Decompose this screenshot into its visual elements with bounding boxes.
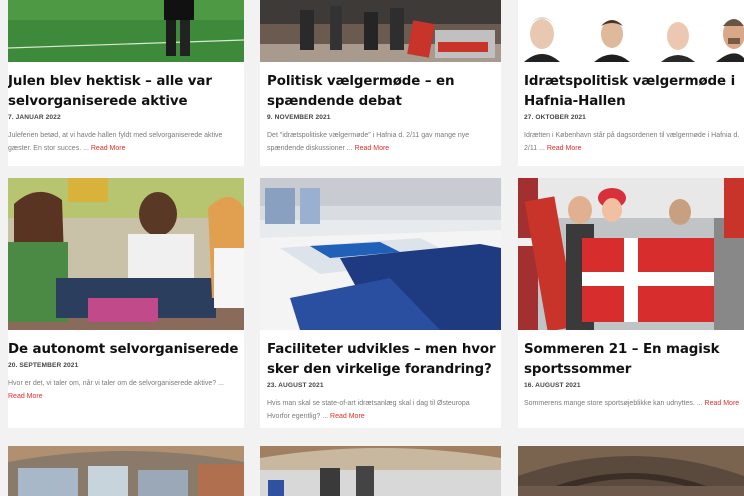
post-date: 9. NOVEMBER 2021 — [267, 114, 331, 121]
post-excerpt-text: Hvor er det, vi taler om, når vi taler o… — [8, 380, 224, 387]
read-more-link[interactable]: Read More — [330, 413, 365, 420]
post-excerpt: Hvis man skal se state-of-art idrætsanlæ… — [267, 398, 487, 423]
post-title[interactable]: Sommeren 21 – En magisk sportssommer — [524, 340, 734, 380]
post-card[interactable]: Julen blev hektisk – alle var selvorgani… — [8, 0, 244, 166]
post-card[interactable]: Sommeren 21 – En magisk sportssommer 16.… — [518, 178, 744, 428]
post-title[interactable]: Politisk vælgermøde – en spændende debat — [267, 72, 497, 112]
post-title[interactable]: De autonomt selvorganiserede — [8, 340, 240, 360]
read-more-link[interactable]: Read More — [8, 393, 43, 400]
post-card[interactable]: Politisk vælgermøde – en spændende debat… — [260, 0, 501, 166]
read-more-link[interactable]: Read More — [91, 145, 126, 152]
post-card[interactable] — [260, 446, 501, 496]
post-excerpt-text: Hvis man skal se state-of-art idrætsanlæ… — [267, 400, 470, 420]
post-thumbnail[interactable] — [8, 178, 244, 330]
post-thumbnail[interactable] — [260, 0, 501, 62]
read-more-link[interactable]: Read More — [355, 145, 390, 152]
post-card[interactable] — [8, 446, 244, 496]
read-more-link[interactable]: Read More — [705, 400, 740, 407]
post-thumbnail[interactable] — [518, 0, 744, 62]
read-more-link[interactable]: Read More — [547, 145, 582, 152]
post-thumbnail[interactable] — [518, 178, 744, 330]
post-excerpt-text: Sommerens mange store sportsøjeblikke ka… — [524, 400, 703, 407]
post-excerpt: Idrætten i København står på dagsordenen… — [524, 130, 744, 155]
post-date: 20. SEPTEMBER 2021 — [8, 362, 79, 369]
post-date: 16. AUGUST 2021 — [524, 382, 581, 389]
post-date: 7. JANUAR 2022 — [8, 114, 61, 121]
post-card[interactable]: Idrætspolitisk vælgermøde i Hafnia-Halle… — [518, 0, 744, 166]
post-card[interactable] — [518, 446, 744, 496]
post-card[interactable]: Faciliteter udvikles – men hvor sker den… — [260, 178, 501, 428]
post-date: 27. OKTOBER 2021 — [524, 114, 586, 121]
post-title[interactable]: Julen blev hektisk – alle var selvorgani… — [8, 72, 233, 112]
post-excerpt: Sommerens mange store sportsøjeblikke ka… — [524, 398, 742, 411]
post-thumbnail[interactable] — [260, 178, 501, 330]
post-card[interactable]: De autonomt selvorganiserede 20. SEPTEMB… — [8, 178, 244, 428]
post-title[interactable]: Faciliteter udvikles – men hvor sker den… — [267, 340, 497, 380]
post-thumbnail[interactable] — [260, 446, 501, 496]
post-date: 23. AUGUST 2021 — [267, 382, 324, 389]
post-thumbnail[interactable] — [8, 0, 244, 62]
post-excerpt: Juleferien betød, at vi havde hallen fyl… — [8, 130, 240, 155]
post-excerpt: Det "idrætspolitiske vælgermøde" i Hafni… — [267, 130, 499, 155]
post-title[interactable]: Idrætspolitisk vælgermøde i Hafnia-Halle… — [524, 72, 744, 112]
post-thumbnail[interactable] — [8, 446, 244, 496]
post-thumbnail[interactable] — [518, 446, 744, 496]
post-excerpt: Hvor er det, vi taler om, når vi taler o… — [8, 378, 240, 403]
